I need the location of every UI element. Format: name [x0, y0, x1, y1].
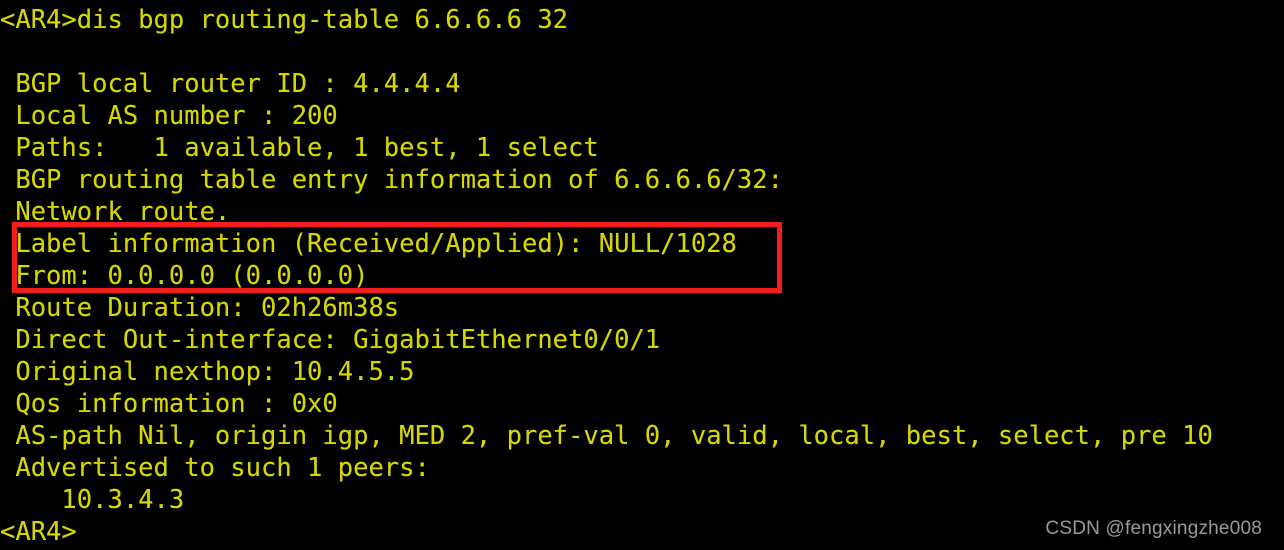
output-line-from: From: 0.0.0.0 (0.0.0.0) — [0, 261, 369, 291]
output-line-label-information: Label information (Received/Applied): NU… — [0, 229, 737, 259]
terminal-output: <AR4>dis bgp routing-table 6.6.6.6 32 BG… — [0, 0, 1284, 548]
terminal-window: <AR4>dis bgp routing-table 6.6.6.6 32 BG… — [0, 0, 1284, 550]
output-line-peer-address: 10.3.4.3 — [0, 485, 185, 515]
output-line-qos-information: Qos information : 0x0 — [0, 389, 338, 419]
output-line-routing-table-entry: BGP routing table entry information of 6… — [0, 165, 783, 195]
output-line-local-as-number: Local AS number : 200 — [0, 101, 338, 131]
output-line-direct-out-interface: Direct Out-interface: GigabitEthernet0/0… — [0, 325, 661, 355]
output-line-network-route: Network route. — [0, 197, 231, 227]
watermark-label: CSDN @fengxingzhe008 — [1045, 518, 1262, 539]
output-line-bgp-local-router-id: BGP local router ID : 4.4.4.4 — [0, 69, 461, 99]
output-line-original-nexthop: Original nexthop: 10.4.5.5 — [0, 357, 415, 387]
output-line-route-duration: Route Duration: 02h26m38s — [0, 293, 400, 323]
output-line-as-path: AS-path Nil, origin igp, MED 2, pref-val… — [0, 421, 1213, 451]
command-prompt-line[interactable]: <AR4>dis bgp routing-table 6.6.6.6 32 — [0, 4, 1284, 36]
output-line-paths: Paths: 1 available, 1 best, 1 select — [0, 133, 599, 163]
output-line-advertised-to-peers: Advertised to such 1 peers: — [0, 453, 430, 483]
